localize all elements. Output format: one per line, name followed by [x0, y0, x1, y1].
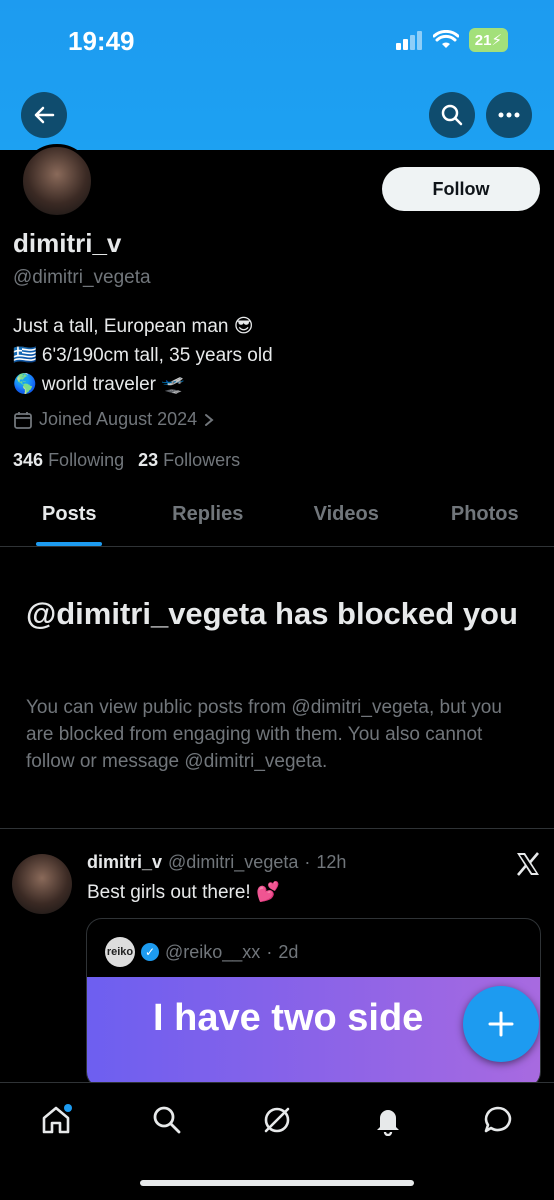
back-button[interactable]: [21, 92, 67, 138]
x-logo-icon: [514, 850, 542, 885]
bio-line: Just a tall, European man 😎: [13, 316, 254, 337]
plus-icon: [488, 1011, 514, 1037]
post-separator: ·: [304, 852, 311, 872]
post-author-avatar[interactable]: [12, 854, 72, 914]
following-count-link[interactable]: 346 Following: [13, 450, 124, 471]
verified-badge-icon: ✓: [141, 943, 159, 961]
post-text: Best girls out there! 💕: [87, 882, 280, 903]
charging-icon: ⚡: [491, 32, 502, 49]
signal-icon: [395, 31, 422, 50]
battery-indicator: 21 ⚡: [468, 28, 508, 52]
following-count: 346: [13, 450, 44, 470]
status-time: 19:49: [68, 26, 135, 56]
ellipsis-icon: [498, 112, 520, 118]
search-icon: [153, 1106, 181, 1134]
post-header: dimitri_v @dimitri_vegeta · 12h: [87, 852, 346, 873]
following-label: Following: [48, 450, 125, 470]
follow-button[interactable]: Follow: [382, 167, 540, 211]
nav-messages[interactable]: [478, 1100, 518, 1140]
chevron-right-icon: [205, 413, 214, 426]
display-name: dimitri_v: [13, 228, 122, 258]
quote-avatar-label: reiko: [106, 946, 134, 958]
tab-videos[interactable]: Videos: [277, 493, 416, 546]
bio-line: 🌎 world traveler 🛫: [13, 374, 185, 395]
follow-counts: 346 Following 23 Followers: [13, 450, 240, 471]
calendar-icon: [14, 411, 32, 429]
wifi-icon: [432, 30, 459, 48]
more-options-button[interactable]: [486, 92, 532, 138]
quote-header: reiko ✓ @reiko__xx · 2d: [105, 937, 298, 967]
post-time: 12h: [316, 852, 347, 872]
home-icon: [42, 1104, 72, 1134]
nav-search[interactable]: [147, 1100, 187, 1140]
blocked-title: @dimitri_vegeta has blocked you: [26, 596, 518, 631]
compose-button[interactable]: [463, 986, 539, 1062]
followers-label: Followers: [163, 450, 241, 470]
chat-bubble-icon: [484, 1106, 512, 1133]
post-author-handle: @dimitri_vegeta: [168, 852, 299, 872]
tab-replies[interactable]: Replies: [139, 493, 278, 546]
grok-icon: [264, 1107, 290, 1133]
search-button[interactable]: [429, 92, 475, 138]
nav-home[interactable]: [36, 1100, 76, 1140]
post-author-name[interactable]: dimitri_v: [87, 852, 162, 873]
quote-media-text: I have two side: [153, 997, 424, 1039]
quote-avatar: reiko: [105, 937, 135, 967]
tab-photos[interactable]: Photos: [416, 493, 554, 546]
joined-date[interactable]: Joined August 2024: [13, 409, 215, 430]
quote-handle: @reiko__xx: [165, 941, 261, 962]
blocked-description: You can view public posts from @dimitri_…: [26, 697, 502, 772]
nav-grok[interactable]: [257, 1100, 297, 1140]
profile-bio: Just a tall, European man 😎 🇬🇷 6'3/190cm…: [13, 312, 273, 399]
joined-label: Joined August 2024: [39, 409, 198, 429]
followers-count-link[interactable]: 23 Followers: [138, 450, 240, 471]
profile-avatar[interactable]: [20, 144, 94, 218]
profile-tabs: Posts Replies Videos Photos: [0, 493, 554, 547]
battery-level: 21: [474, 31, 492, 49]
followers-count: 23: [138, 450, 159, 470]
search-icon: [441, 104, 463, 126]
tab-posts[interactable]: Posts: [0, 493, 139, 546]
bell-icon: [377, 1110, 399, 1136]
status-icons: 21 ⚡: [395, 28, 508, 52]
home-indicator: [140, 1180, 414, 1186]
quote-time: 2d: [278, 941, 299, 962]
nav-notifications[interactable]: [368, 1100, 408, 1140]
divider: [0, 828, 554, 829]
quote-separator: ·: [266, 941, 273, 962]
profile-handle: @dimitri_vegeta: [13, 267, 151, 288]
arrow-left-icon: [34, 106, 55, 124]
bio-line: 🇬🇷 6'3/190cm tall, 35 years old: [13, 345, 273, 366]
